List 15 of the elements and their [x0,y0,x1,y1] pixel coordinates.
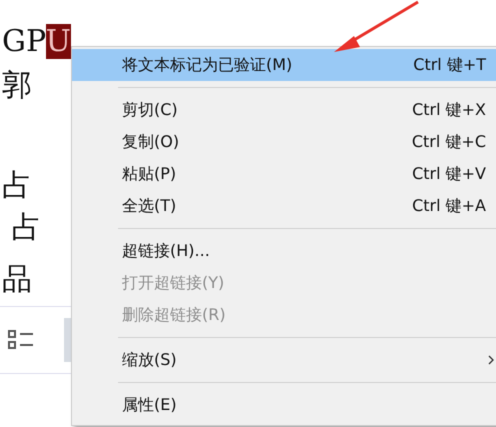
document-text: 占 [10,209,42,247]
chevron-right-icon [488,355,494,365]
document-text: 占 [2,167,32,205]
menu-item[interactable]: 将文本标记为已验证(M) Ctrl 键+T [72,49,496,81]
document-text: GPU [2,23,71,61]
menu-item[interactable]: 全选(T) Ctrl 键+A [72,190,496,222]
menu-item[interactable]: 属性(E) [72,389,496,421]
menu-item[interactable]: 剪切(C) Ctrl 键+X [72,94,496,126]
menu-item[interactable]: 粘贴(P) Ctrl 键+V [72,158,496,190]
menu-item[interactable]: 缩放(S) [72,344,496,376]
document-text: 品 [2,261,32,299]
document-text: 郭 [2,67,32,105]
menu-item[interactable]: 复制(O) Ctrl 键+C [72,126,496,158]
menu-item[interactable]: 超链接(H)... [72,235,496,267]
list-icon[interactable] [8,330,34,350]
